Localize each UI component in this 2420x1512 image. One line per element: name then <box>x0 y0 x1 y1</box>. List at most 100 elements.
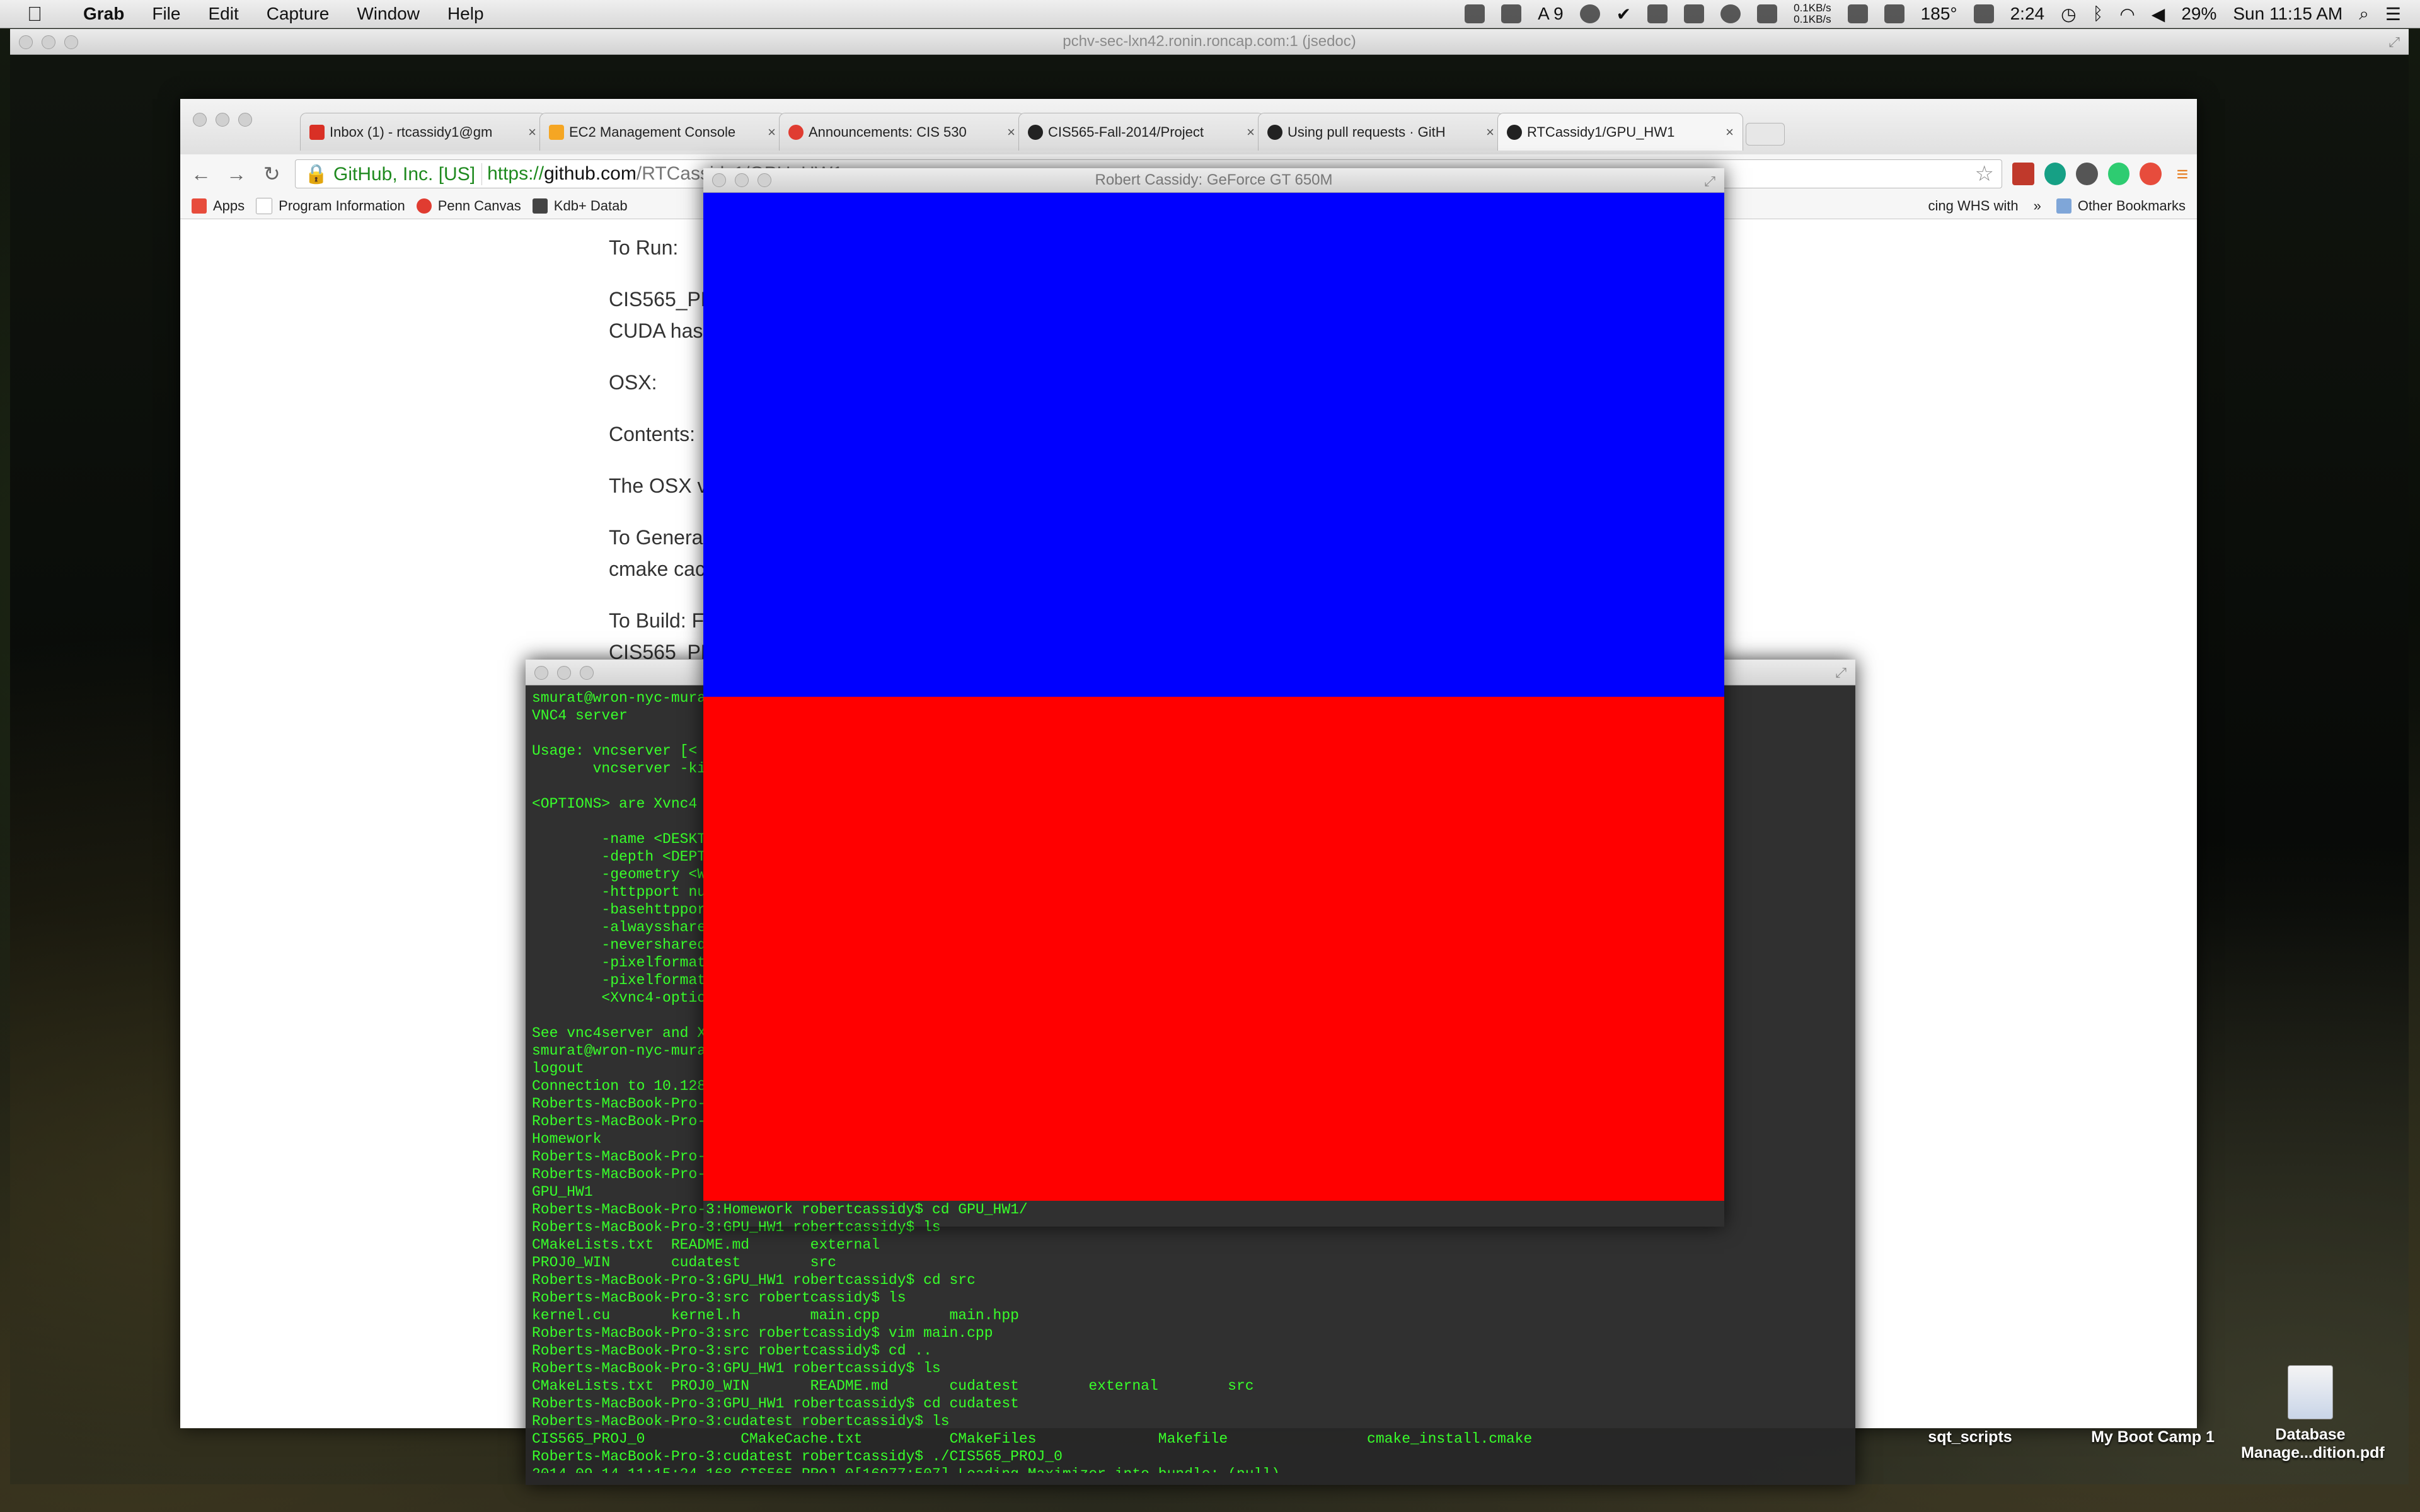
tools-icon[interactable] <box>1647 4 1668 23</box>
bookmark-partial[interactable]: cing WHS with <box>1928 198 2019 214</box>
chrome-menu-icon[interactable]: ≡ <box>2168 163 2197 186</box>
tab-gmail[interactable]: Inbox (1) - rtcassidy1@gm × <box>300 113 546 151</box>
badge-count: 9 <box>1553 4 1564 23</box>
minimize-icon[interactable] <box>42 35 55 49</box>
grammarly-icon[interactable] <box>2044 163 2066 185</box>
tab-cis565-project[interactable]: CIS565-Fall-2014/Project × <box>1018 113 1264 151</box>
menu-edit[interactable]: Edit <box>194 4 252 24</box>
bluetooth-icon[interactable]: ᛒ <box>2093 4 2104 24</box>
memory-icon[interactable] <box>1847 4 1868 23</box>
new-tab-button[interactable] <box>1746 123 1785 146</box>
opengl-window: Robert Cassidy: GeForce GT 650M ⤢ <box>703 168 1724 1227</box>
readme-line: Contents: <box>609 423 695 445</box>
menu-window[interactable]: Window <box>343 4 434 24</box>
forward-icon[interactable]: → <box>222 163 251 186</box>
clock-icon[interactable]: ◷ <box>2061 4 2076 25</box>
menu-capture[interactable]: Capture <box>253 4 343 24</box>
browser-window-controls <box>193 113 252 127</box>
notification-icon[interactable]: A 9 <box>1538 4 1564 24</box>
terminal-line: kernel.cu kernel.h main.cpp main.hpp <box>532 1307 1019 1324</box>
book-extension-icon[interactable] <box>2012 163 2034 185</box>
battery-time: 2:24 <box>2010 4 2045 23</box>
screen-share-icon[interactable] <box>1465 4 1485 23</box>
url-scheme: https:// <box>487 163 544 184</box>
battery-icon[interactable] <box>1973 4 1994 23</box>
desktop-file-database-pdf[interactable]: Database Manage...dition.pdf <box>2241 1365 2385 1462</box>
back-icon[interactable]: ← <box>187 163 216 186</box>
tab-canvas[interactable]: Announcements: CIS 530 × <box>779 113 1025 151</box>
tasks-icon[interactable] <box>1579 4 1600 23</box>
evernote-icon[interactable] <box>2076 163 2098 185</box>
terminal-line: Roberts-MacBook-Pro-3:cudatest robertcas… <box>532 1413 950 1429</box>
aws-icon <box>549 124 564 140</box>
spotlight-icon[interactable]: ⌕ <box>2359 4 2369 25</box>
zoom-icon[interactable] <box>580 666 594 680</box>
menu-file[interactable]: File <box>138 4 194 24</box>
notification-center-icon[interactable]: ☰ <box>2385 4 2401 25</box>
desktop-folder-sqt-scripts[interactable]: sqt_scripts <box>1907 1428 2033 1446</box>
close-icon[interactable] <box>19 35 33 49</box>
check-icon[interactable]: ✔ <box>1616 4 1631 25</box>
close-icon[interactable] <box>712 173 726 187</box>
minimize-icon[interactable] <box>557 666 571 680</box>
clock[interactable]: Sun 11:15 AM <box>2233 4 2342 24</box>
fullscreen-icon[interactable]: ⤢ <box>1835 665 1847 681</box>
zoom-icon[interactable] <box>64 35 78 49</box>
close-icon[interactable] <box>193 113 207 127</box>
bookmark-kdb[interactable]: Kdb+ Datab <box>532 198 628 214</box>
fullscreen-icon[interactable]: ⤢ <box>2388 34 2400 50</box>
bookmark-star-icon[interactable]: ☆ <box>1975 161 1994 186</box>
terminal-line: Roberts-MacBook-Pro-3:cudatest robertcas… <box>532 1448 1063 1465</box>
tab-ec2[interactable]: EC2 Management Console × <box>539 113 785 151</box>
close-tab-icon[interactable]: × <box>1726 124 1734 140</box>
gl-window-controls <box>712 173 771 187</box>
wifi-icon[interactable]: ◠ <box>2119 4 2135 25</box>
gl-titlebar[interactable]: Robert Cassidy: GeForce GT 650M ⤢ <box>703 168 1724 193</box>
vnc-window-controls <box>19 35 78 49</box>
bell-icon[interactable] <box>1757 4 1778 23</box>
minimize-icon[interactable] <box>735 173 749 187</box>
tab-pull-requests[interactable]: Using pull requests · GitH × <box>1258 113 1504 151</box>
fullscreen-icon[interactable]: ⤢ <box>1704 173 1715 190</box>
status-tray: A 9 ✔ 0.1KB/s 0.1KB/s 185° 2:24 ◷ ᛒ ◠ ◀ 2… <box>1465 3 2420 25</box>
terminal-line: CMakeLists.txt README.md external <box>532 1237 880 1253</box>
terminal-line: Roberts-MacBook-Pro-3:src robertcassidy$… <box>532 1325 993 1341</box>
close-tab-icon[interactable]: × <box>1486 124 1494 140</box>
battery-percent: 29% <box>2181 4 2217 23</box>
tab-gpu-hw1[interactable]: RTCassidy1/GPU_HW1 × <box>1497 113 1743 151</box>
menu-help[interactable]: Help <box>434 4 498 24</box>
close-tab-icon[interactable]: × <box>528 124 536 140</box>
github-icon <box>1028 124 1043 140</box>
cloud-icon[interactable] <box>1501 4 1522 23</box>
reload-icon[interactable]: ↻ <box>257 162 286 186</box>
canvas-icon <box>416 198 432 214</box>
bookmark-other[interactable]: Other Bookmarks <box>2056 198 2186 214</box>
close-tab-icon[interactable]: × <box>1247 124 1255 140</box>
cpu-icon[interactable] <box>1884 4 1904 23</box>
menu-grab[interactable]: Grab <box>69 4 138 24</box>
ev-certificate-badge[interactable]: 🔒 GitHub, Inc. [US] <box>301 163 483 185</box>
volume-icon[interactable]: ◀ <box>2152 4 2165 25</box>
grid-icon[interactable] <box>1684 4 1705 23</box>
apple-menu-icon[interactable]:  <box>0 3 69 26</box>
vnc-viewer-window: pchv-sec-lxn42.ronin.roncap.com:1 (jsedo… <box>10 29 2409 1485</box>
zoom-icon[interactable] <box>238 113 252 127</box>
terminal-line: PROJ0_WIN cudatest src <box>532 1254 837 1271</box>
close-tab-icon[interactable]: × <box>1007 124 1015 140</box>
zoom-icon[interactable] <box>758 173 771 187</box>
vnc-titlebar[interactable]: pchv-sec-lxn42.ronin.roncap.com:1 (jsedo… <box>10 29 2409 55</box>
desktop-drive-boot-camp[interactable]: My Boot Camp 1 <box>2083 1428 2222 1446</box>
bookmark-apps[interactable]: Apps <box>192 198 245 214</box>
tab-strip: Inbox (1) - rtcassidy1@gm × EC2 Manageme… <box>180 99 2197 154</box>
more-bookmarks-icon[interactable]: » <box>2034 198 2041 214</box>
hangouts-icon[interactable] <box>2107 163 2130 185</box>
bookmark-program-info[interactable]: Program Information <box>256 198 405 214</box>
adblock-icon[interactable] <box>2140 163 2162 185</box>
chat-icon[interactable] <box>1720 4 1741 23</box>
minimize-icon[interactable] <box>216 113 229 127</box>
close-icon[interactable] <box>534 666 548 680</box>
close-tab-icon[interactable]: × <box>768 124 776 140</box>
bookmark-penn-canvas[interactable]: Penn Canvas <box>416 198 521 214</box>
readme-line: To Genera <box>609 526 703 549</box>
readme-line: To Run: <box>609 236 679 259</box>
